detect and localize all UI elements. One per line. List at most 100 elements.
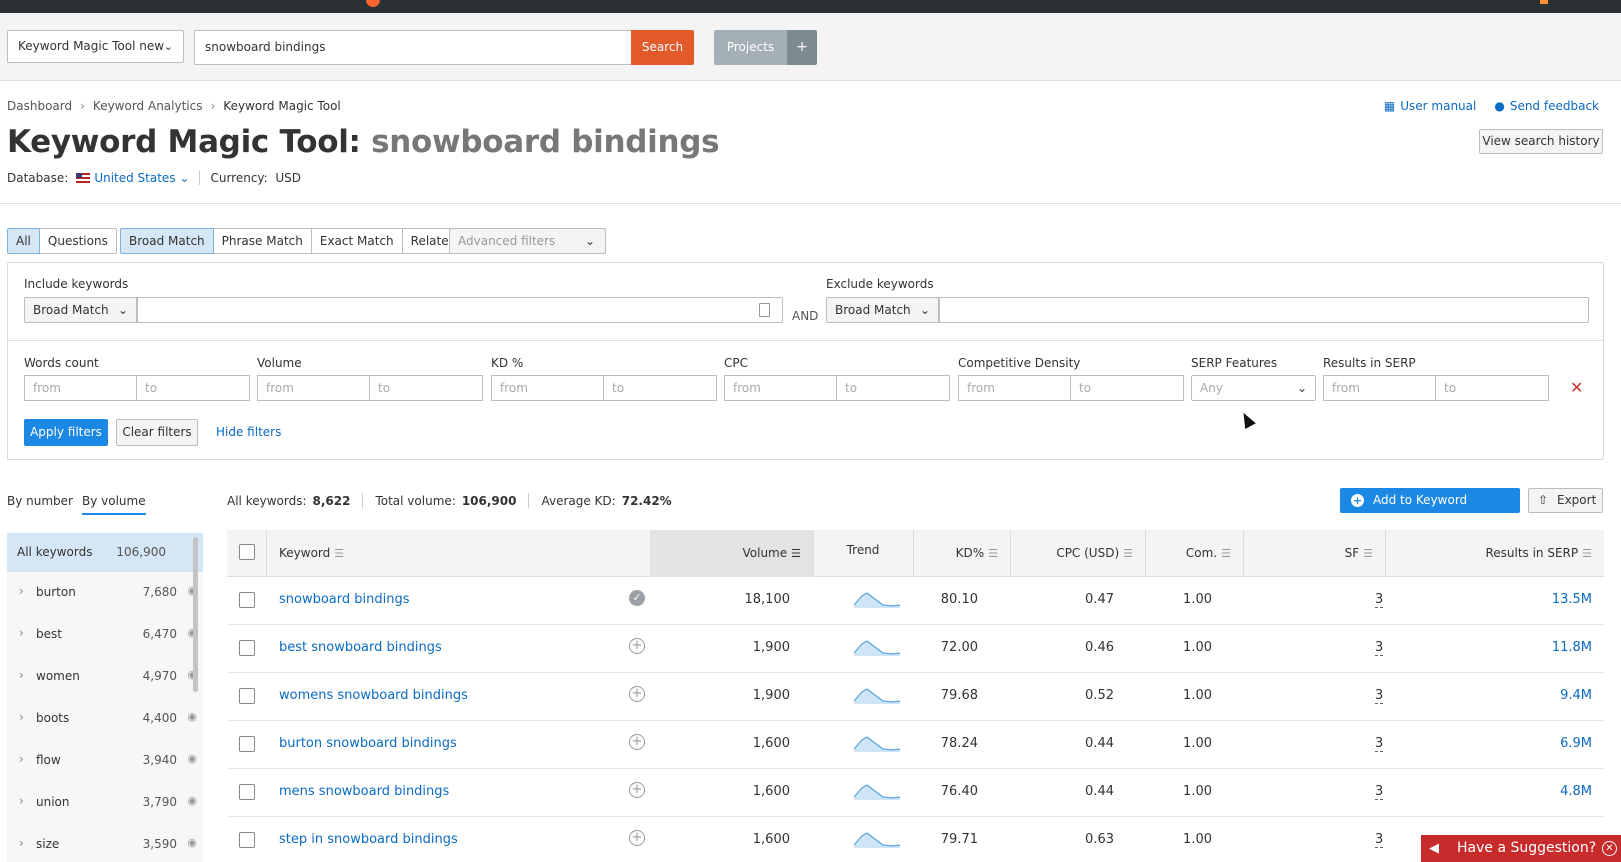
sidebar-item-women[interactable]: ›women4,970◉ [7, 656, 203, 698]
chevron-right-icon[interactable]: › [19, 626, 24, 640]
sf-value[interactable]: 3 [1375, 736, 1383, 752]
select-all-checkbox[interactable] [239, 544, 255, 560]
tab-broad-match[interactable]: Broad Match [120, 228, 214, 254]
sidebar-item-union[interactable]: › union 3,790 ◉ [7, 782, 203, 824]
breadcrumb-keyword-analytics[interactable]: Keyword Analytics [93, 99, 203, 113]
results-in-serp-link[interactable]: 6.9M [1560, 736, 1592, 751]
competitive-density-from[interactable]: from [958, 375, 1071, 401]
keyword-link[interactable]: snowboard bindings [279, 592, 410, 607]
chevron-right-icon[interactable]: › [19, 710, 24, 724]
serp-features-select[interactable]: Any ⌄ [1191, 375, 1316, 401]
volume-from[interactable]: from [257, 375, 370, 401]
row-checkbox[interactable] [239, 688, 255, 704]
plus-circle-icon[interactable]: + [629, 638, 645, 654]
tool-select[interactable]: Keyword Magic Tool new ⌄ [7, 30, 184, 63]
group-by-volume[interactable]: By volume [82, 494, 146, 515]
group-by-number[interactable]: By number [7, 494, 73, 508]
exclude-match-select[interactable]: Broad Match ⌄ [826, 297, 939, 323]
eye-icon[interactable]: ◉ [187, 752, 197, 765]
tab-phrase-match[interactable]: Phrase Match [213, 228, 312, 254]
row-checkbox[interactable] [239, 784, 255, 800]
chevron-right-icon[interactable]: › [19, 668, 24, 682]
col-volume[interactable]: Volume ☰ [650, 530, 813, 577]
plus-circle-icon[interactable]: + [629, 830, 645, 846]
results-in-serp-link[interactable]: 4.8M [1560, 784, 1592, 799]
keyword-link[interactable]: burton snowboard bindings [279, 736, 457, 751]
col-sf[interactable]: SF ☰ [1243, 530, 1385, 577]
send-feedback-link[interactable]: ● Send feedback [1494, 99, 1599, 113]
col-kd[interactable]: KD% ☰ [913, 530, 1010, 577]
sf-value[interactable]: 3 [1375, 640, 1383, 656]
eye-icon[interactable]: ◉ [187, 836, 197, 849]
suggestion-widget[interactable]: ◀ Have a Suggestion? ✕ [1421, 835, 1621, 862]
sf-value[interactable]: 3 [1375, 832, 1383, 848]
notification-icon[interactable] [1540, 0, 1548, 4]
chevron-right-icon[interactable]: › [19, 752, 24, 766]
export-button[interactable]: ⇧ Export [1528, 488, 1603, 513]
tab-questions[interactable]: Questions [39, 228, 117, 254]
sidebar-item-best[interactable]: ›best6,470◉ [7, 614, 203, 656]
results-in-serp-to[interactable]: to [1436, 375, 1549, 401]
cpc-from[interactable]: from [724, 375, 837, 401]
apply-filters-button[interactable]: Apply filters [24, 419, 108, 446]
sidebar-item-size[interactable]: › size 3,590 ◉ [7, 824, 203, 862]
close-icon[interactable]: ✕ [1602, 841, 1617, 856]
row-checkbox[interactable] [239, 640, 255, 656]
sidebar-item-boots[interactable]: › boots 4,400 ◉ [7, 698, 203, 740]
eye-icon[interactable]: ◉ [187, 794, 197, 807]
hide-filters-link[interactable]: Hide filters [216, 419, 281, 446]
chevron-right-icon[interactable]: › [19, 794, 24, 808]
sidebar-scrollbar[interactable] [193, 537, 198, 692]
row-checkbox[interactable] [239, 832, 255, 848]
include-match-select[interactable]: Broad Match ⌄ [24, 297, 137, 323]
sf-value[interactable]: 3 [1375, 592, 1383, 608]
col-results-in-serp[interactable]: Results in SERP ☰ [1385, 530, 1604, 577]
keyword-link[interactable]: mens snowboard bindings [279, 784, 449, 799]
keyword-link[interactable]: best snowboard bindings [279, 640, 442, 655]
results-in-serp-from[interactable]: from [1323, 375, 1436, 401]
clear-filters-button[interactable]: Clear filters [116, 419, 198, 446]
tab-exact-match[interactable]: Exact Match [311, 228, 403, 254]
tab-all[interactable]: All [7, 228, 40, 254]
col-keyword[interactable]: Keyword ☰ [279, 530, 344, 577]
row-checkbox[interactable] [239, 736, 255, 752]
breadcrumb-dashboard[interactable]: Dashboard [7, 99, 72, 113]
words-count-to[interactable]: to [137, 375, 250, 401]
plus-circle-icon[interactable]: + [629, 734, 645, 750]
plus-circle-icon[interactable]: + [629, 782, 645, 798]
exclude-keywords-input[interactable] [939, 297, 1589, 323]
include-keywords-input[interactable] [137, 297, 783, 323]
sf-value[interactable]: 3 [1375, 688, 1383, 704]
add-to-keyword-manager-button[interactable]: + Add to Keyword Manager [1340, 488, 1520, 532]
sf-value[interactable]: 3 [1375, 784, 1383, 800]
plus-circle-icon[interactable]: + [629, 686, 645, 702]
cpc-to[interactable]: to [837, 375, 950, 401]
chevron-right-icon[interactable]: › [19, 836, 24, 850]
database-select[interactable]: United States ⌄ [94, 171, 189, 185]
advanced-filters-select[interactable]: Advanced filters ⌄ [449, 228, 606, 254]
view-search-history-button[interactable]: View search history [1479, 129, 1603, 154]
col-cpc[interactable]: CPC (USD) ☰ [1010, 530, 1145, 577]
projects-button[interactable]: Projects [714, 30, 787, 65]
close-icon[interactable]: ✕ [1570, 375, 1583, 401]
keyword-link[interactable]: step in snowboard bindings [279, 832, 458, 847]
words-count-from[interactable]: from [24, 375, 137, 401]
results-in-serp-link[interactable]: 11.8M [1552, 640, 1592, 655]
results-in-serp-link[interactable]: 9.4M [1560, 688, 1592, 703]
eye-icon[interactable]: ◉ [187, 710, 197, 723]
search-button[interactable]: Search [631, 30, 694, 65]
user-manual-link[interactable]: ▦ User manual [1384, 99, 1476, 113]
add-project-button[interactable]: + [787, 30, 817, 65]
document-icon[interactable] [759, 303, 770, 317]
kd-to[interactable]: to [604, 375, 717, 401]
volume-to[interactable]: to [370, 375, 483, 401]
results-in-serp-link[interactable]: 13.5M [1552, 592, 1592, 607]
search-input[interactable]: snowboard bindings [194, 30, 631, 65]
chevron-right-icon[interactable]: › [19, 584, 24, 598]
sidebar-item-flow[interactable]: › flow 3,940 ◉ [7, 740, 203, 782]
kd-from[interactable]: from [491, 375, 604, 401]
col-com[interactable]: Com. ☰ [1145, 530, 1243, 577]
sidebar-item-all-keywords[interactable]: All keywords 106,900 [7, 533, 203, 572]
sidebar-item-burton[interactable]: ›burton7,680◉ [7, 572, 203, 614]
competitive-density-to[interactable]: to [1071, 375, 1184, 401]
